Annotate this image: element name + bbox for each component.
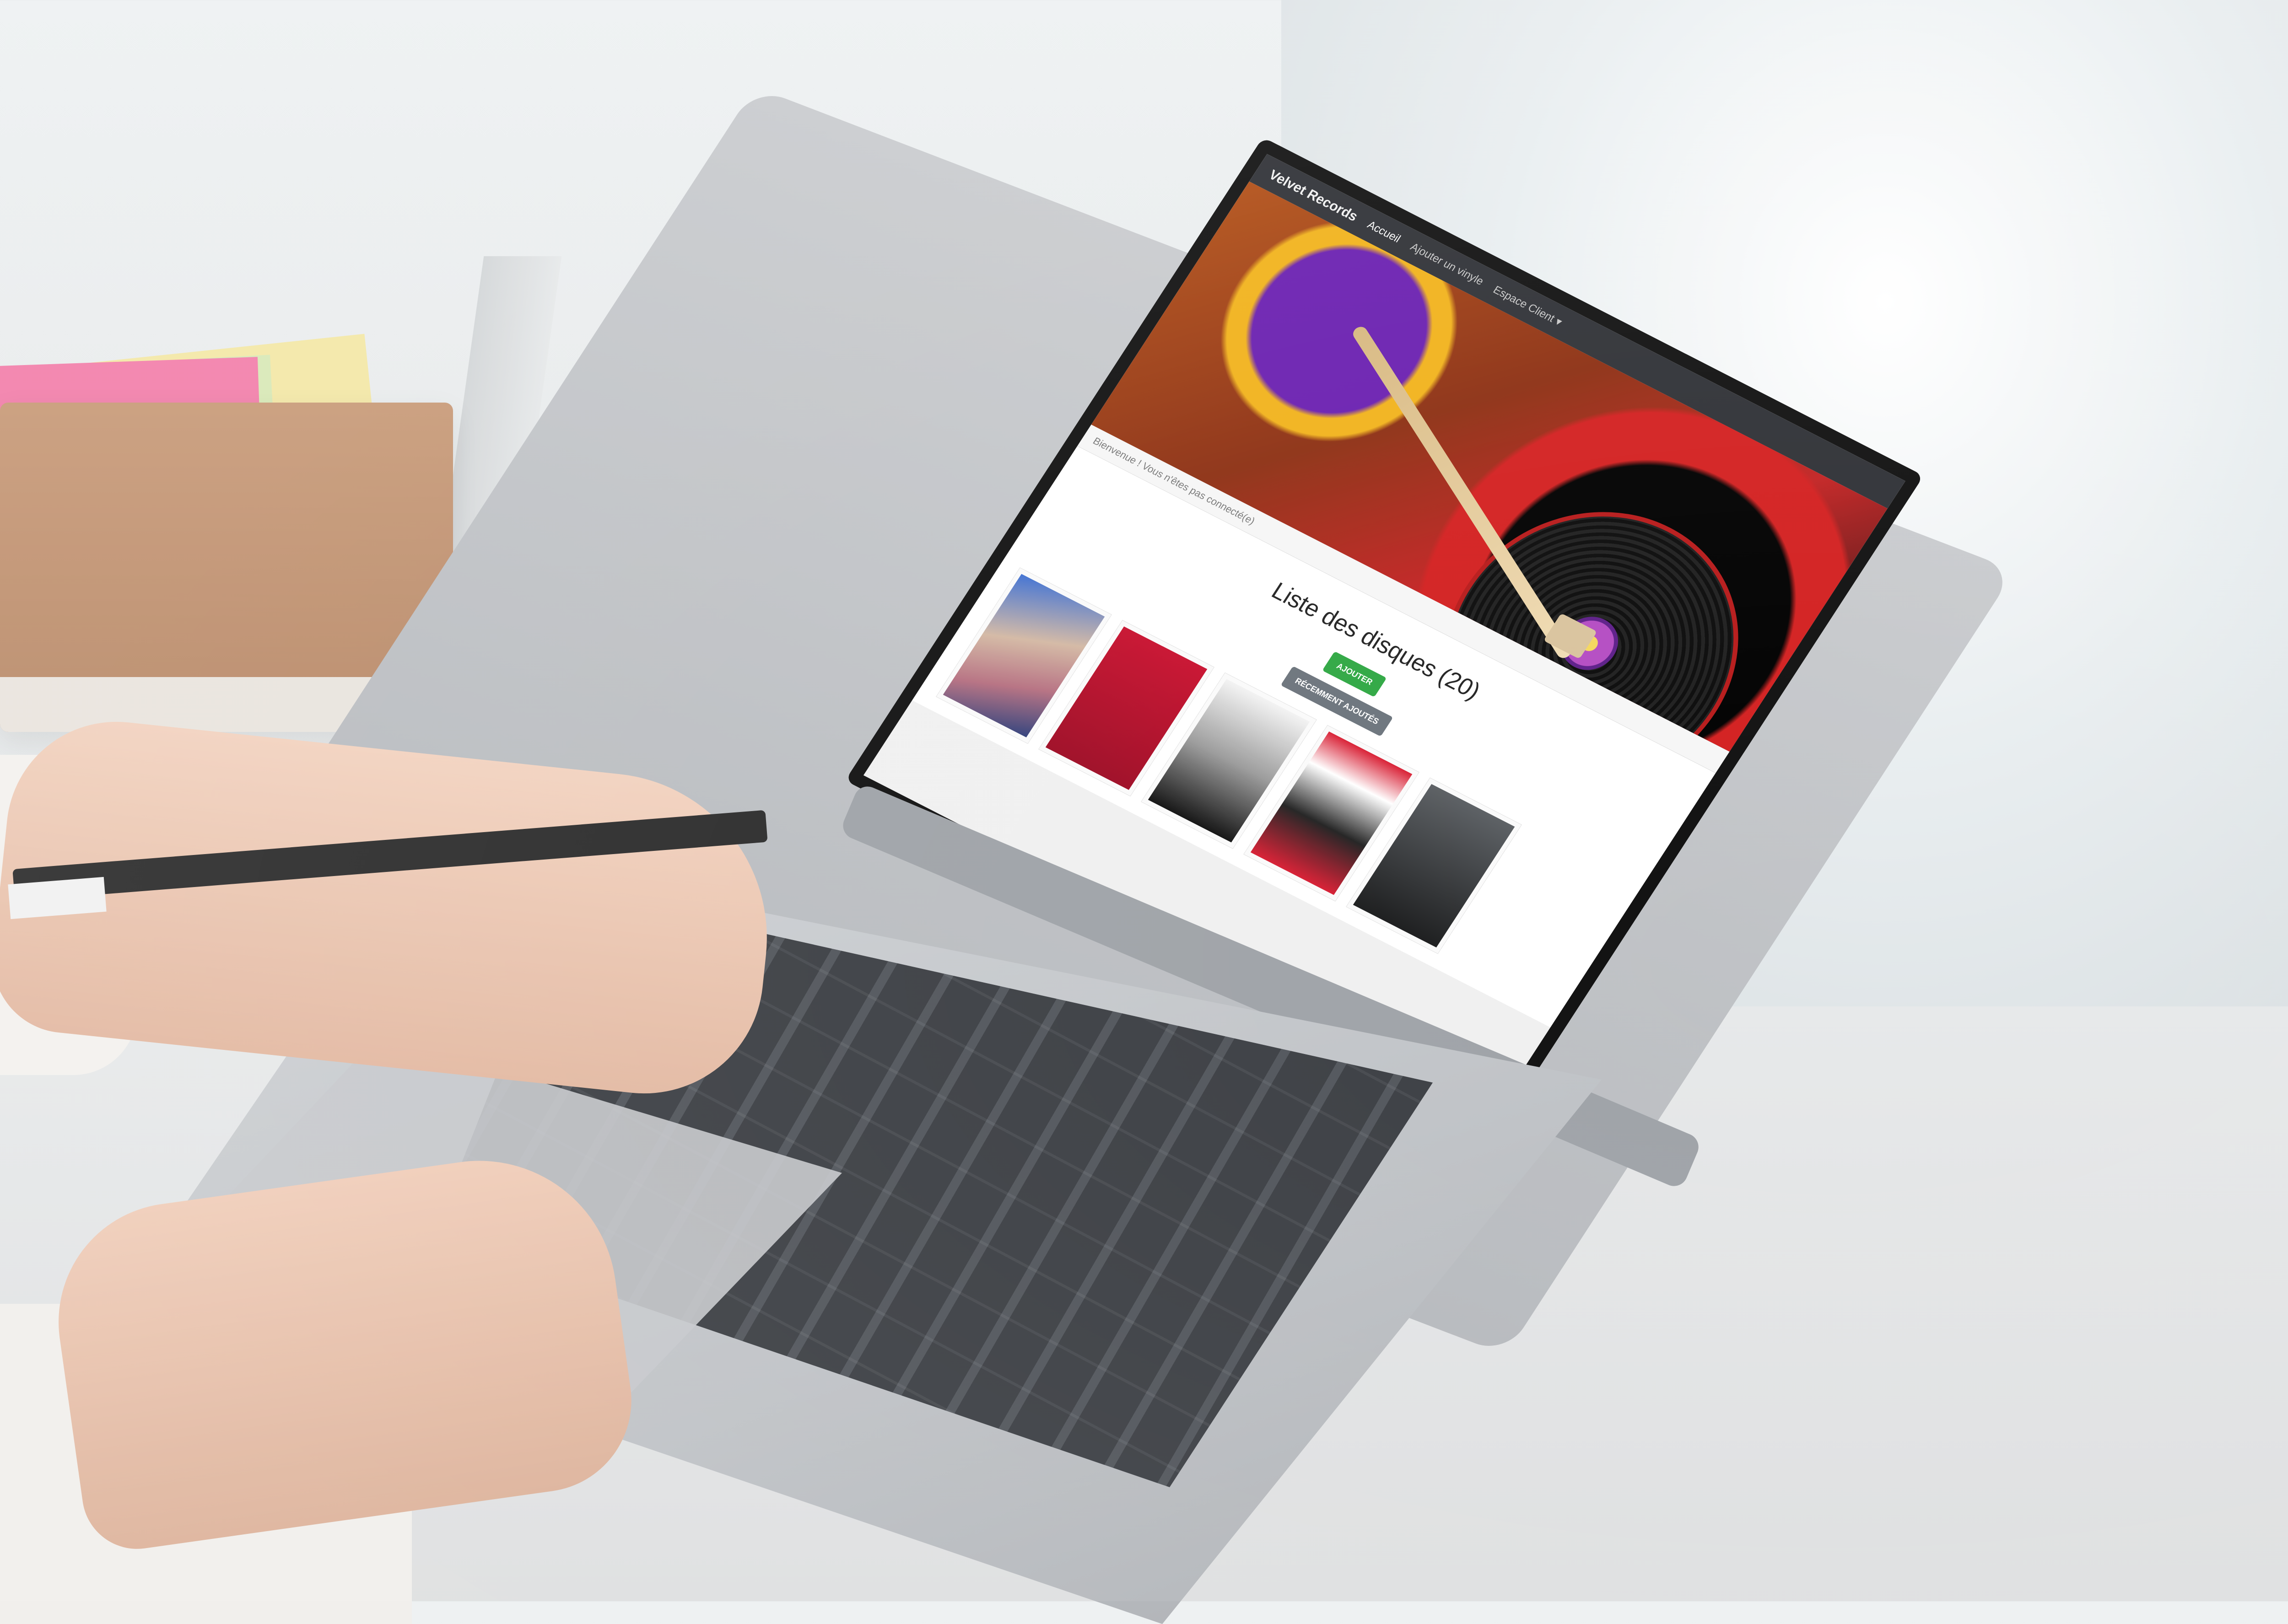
nav-home[interactable]: Accueil — [1365, 219, 1403, 246]
